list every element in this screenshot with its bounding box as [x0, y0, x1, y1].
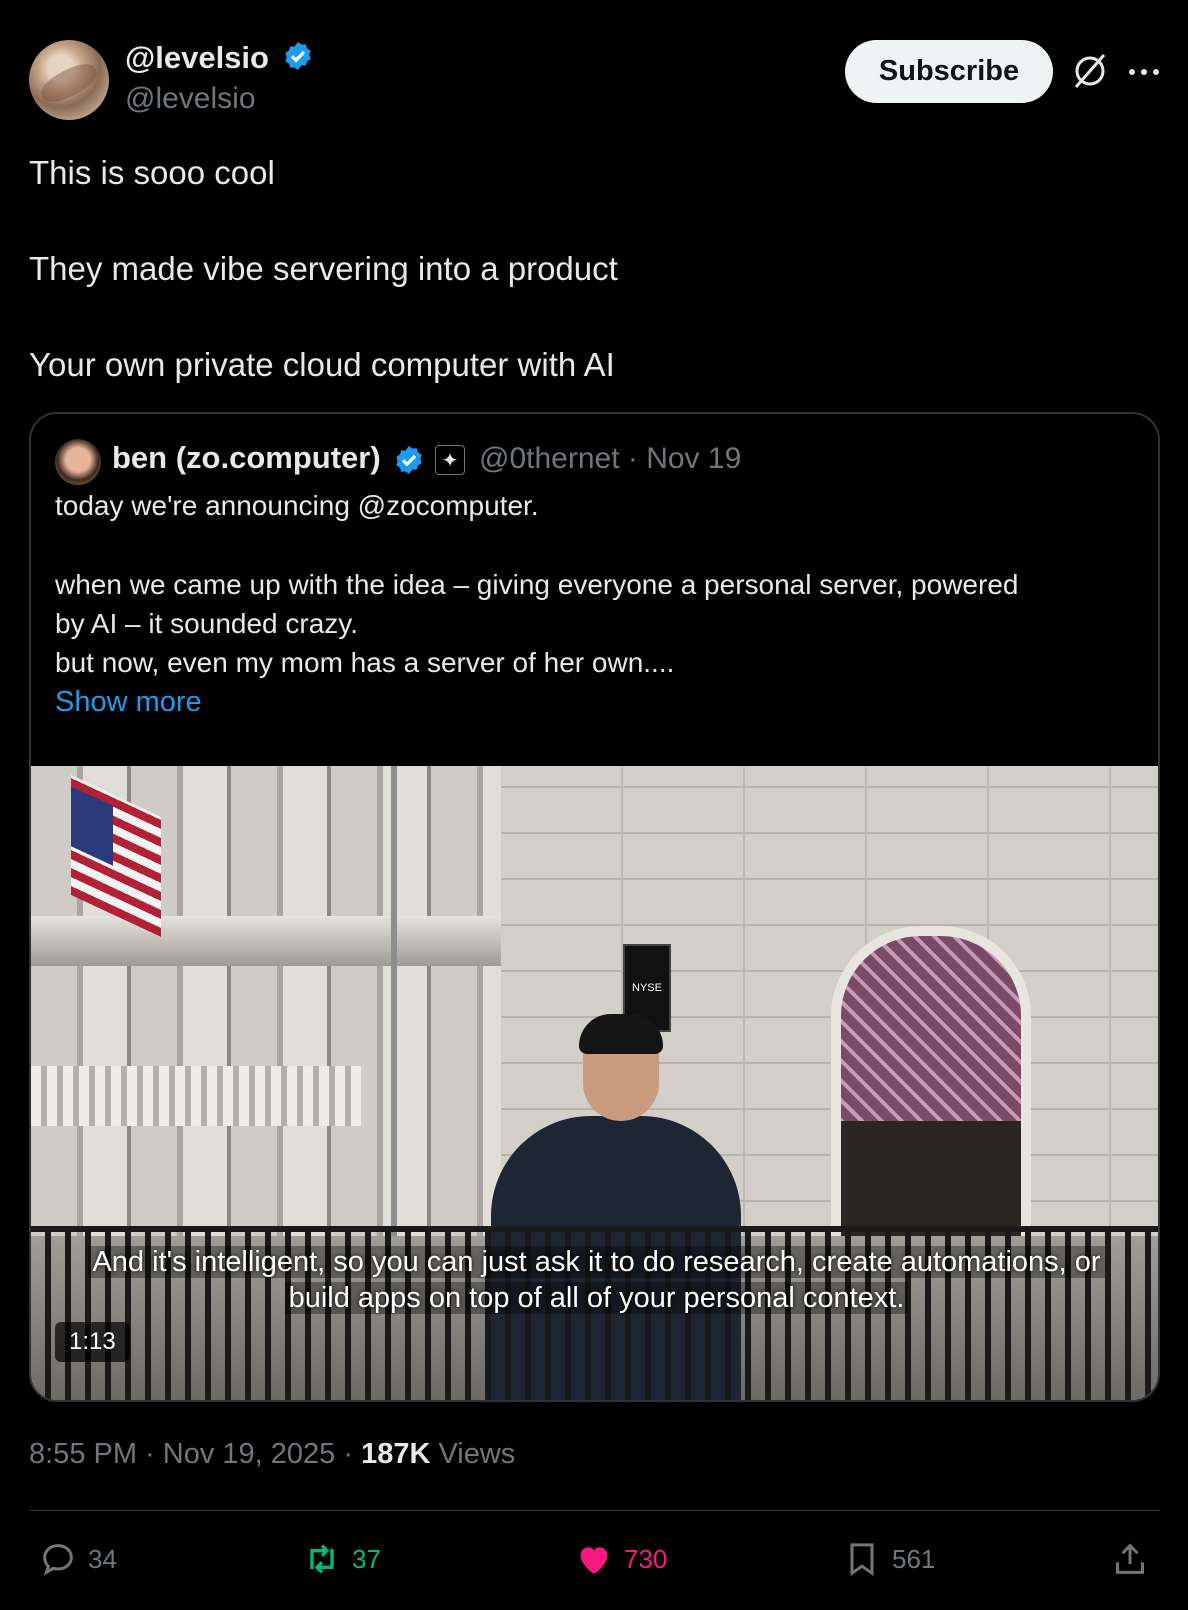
grok-icon[interactable] [1070, 51, 1110, 91]
author-handle[interactable]: @levelsio [125, 82, 256, 116]
quoted-author-name[interactable]: ben (zo.computer) [112, 440, 381, 476]
repost-icon [310, 1544, 334, 1574]
video-player[interactable]: NYSE And it's intelligent, so you can ju… [31, 766, 1158, 1400]
like-count: 730 [624, 1543, 668, 1574]
share-button[interactable] [1110, 1537, 1150, 1581]
video-scene-lamp-pole [391, 766, 397, 1266]
tweet-text-line: They made vibe servering into a product [29, 250, 618, 287]
timestamp[interactable]: 8:55 PM · Nov 19, 2025 · [29, 1438, 361, 1470]
repost-count: 37 [352, 1543, 381, 1574]
author-avatar[interactable] [29, 40, 109, 120]
divider [29, 1510, 1160, 1511]
quoted-tweet-card[interactable]: ben (zo.computer) ✦ @0thernet · Nov 19 t… [29, 412, 1160, 1402]
quoted-handle-date: @0thernet · Nov 19 [479, 442, 742, 475]
author-display-name[interactable]: @levelsio [125, 40, 314, 76]
quoted-text-line: when we came up with the idea – giving e… [55, 569, 1019, 600]
views-count: 187K [361, 1438, 431, 1470]
heart-icon [580, 1547, 608, 1574]
bookmark-icon [850, 1543, 874, 1577]
verified-badge-icon [284, 42, 311, 70]
quoted-text-line: but now, even my mom has a server of her… [55, 647, 675, 678]
reply-count: 34 [88, 1543, 117, 1574]
repost-button[interactable]: 37 [302, 1537, 381, 1581]
quoted-author-avatar[interactable] [55, 439, 101, 485]
reply-button[interactable]: 34 [38, 1537, 117, 1581]
like-button[interactable]: 730 [574, 1537, 667, 1581]
caption-line: And it's intelligent, so you can just as… [88, 1246, 1105, 1278]
share-icon [1116, 1543, 1144, 1574]
views-label: Views [430, 1438, 516, 1470]
reply-icon [43, 1544, 73, 1576]
bookmark-button[interactable]: 561 [842, 1537, 935, 1581]
bookmark-count: 561 [892, 1543, 936, 1574]
subscribe-button[interactable]: Subscribe [845, 40, 1053, 103]
video-duration-badge: 1:13 [55, 1322, 130, 1362]
video-scene-person-hair [579, 1014, 663, 1054]
affiliation-badge-icon[interactable]: ✦ [435, 445, 465, 475]
tweet-meta: 8:55 PM · Nov 19, 2025 · 187K Views [29, 1438, 515, 1471]
video-caption: And it's intelligent, so you can just as… [31, 1244, 1158, 1316]
show-more-link[interactable]: Show more [55, 686, 202, 719]
tweet-text-line: Your own private cloud computer with AI [29, 346, 615, 383]
video-scene-cornice [31, 916, 501, 966]
quoted-text-line: today we're announcing @zocomputer. [55, 490, 539, 521]
more-options-icon[interactable] [1126, 58, 1162, 86]
author-name-text: @levelsio [125, 40, 269, 75]
quoted-text-line: by AI – it sounded crazy. [55, 608, 358, 639]
verified-badge-icon [396, 446, 422, 474]
tweet-text-line: This is sooo cool [29, 154, 275, 191]
caption-line: build apps on top of all of your persona… [284, 1282, 909, 1314]
video-scene-balcony [31, 1066, 361, 1126]
